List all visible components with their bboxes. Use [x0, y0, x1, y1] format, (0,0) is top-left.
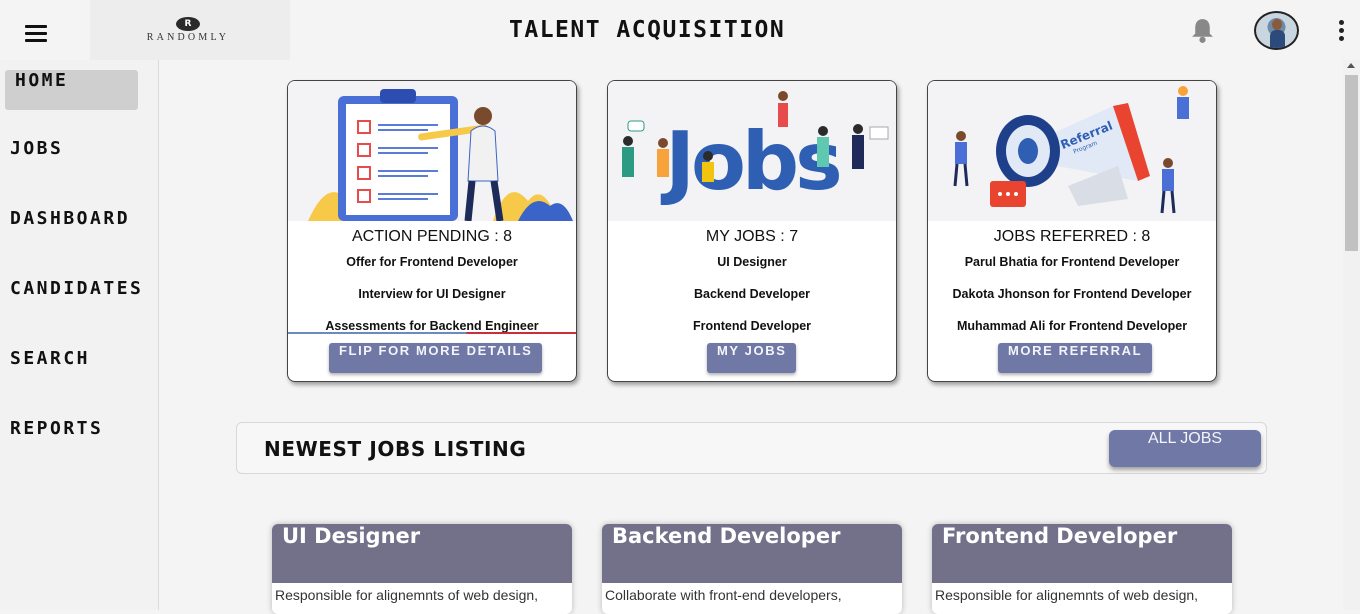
more-referral-button[interactable]: MORE REFERRAL [998, 343, 1153, 373]
action-pending-card: ACTION PENDING : 8 Offer for Frontend De… [287, 80, 577, 382]
hamburger-icon[interactable] [25, 25, 47, 43]
sidebar-item-jobs[interactable]: JOBS [5, 138, 138, 178]
sidebar-item-search[interactable]: SEARCH [5, 348, 138, 388]
section-title: NEWEST JOBS LISTING [264, 437, 527, 461]
logo-text: RANDOMLY [146, 32, 230, 43]
bell-icon[interactable] [1190, 17, 1215, 49]
pending-item: Interview for UI Designer [358, 287, 506, 301]
sidebar-item-candidates[interactable]: CANDIDATES [5, 278, 141, 318]
newest-jobs-header: NEWEST JOBS LISTING ALL JOBS [236, 422, 1267, 474]
referral-item: Parul Bhatia for Frontend Developer [964, 255, 1180, 269]
page-title: TALENT ACQUISITION [509, 17, 786, 43]
job-card-frontend-developer[interactable]: Frontend Developer Responsible for align… [932, 524, 1232, 614]
kebab-icon[interactable] [1337, 20, 1345, 42]
all-jobs-button[interactable]: ALL JOBS [1109, 430, 1261, 467]
sidebar-item-reports[interactable]: REPORTS [5, 418, 138, 458]
flip-details-button[interactable]: FLIP FOR MORE DETAILS [329, 343, 543, 373]
top-bar: R RANDOMLY TALENT ACQUISITION [0, 0, 1360, 60]
card-title: ACTION PENDING : 8 [351, 228, 513, 245]
job-item: Backend Developer [693, 287, 811, 301]
my-jobs-card: Jobs MY JOBS : 7 UI Designer Backend Dev… [607, 80, 897, 382]
job-description: Responsible for alignemnts of web design… [275, 587, 539, 603]
job-item: UI Designer [717, 255, 787, 269]
jobs-illustration: Jobs [608, 81, 896, 221]
job-description: Responsible for alignemnts of web design… [935, 587, 1199, 603]
sidebar: HOME JOBS DASHBOARD CANDIDATES SEARCH RE… [0, 60, 159, 610]
jobs-referred-card: Referral Program JOBS REFERRED : 8 Parul… [927, 80, 1217, 382]
pending-item: Offer for Frontend Developer [346, 255, 518, 269]
avatar[interactable] [1254, 11, 1299, 50]
card-divider [288, 332, 576, 334]
my-jobs-button[interactable]: MY JOBS [707, 343, 797, 373]
scrollbar[interactable] [1343, 60, 1360, 610]
logo-icon: R [176, 17, 200, 31]
pending-item: Assessments for Backend Engineer [325, 319, 539, 333]
checklist-illustration [288, 81, 576, 221]
sidebar-item-home[interactable]: HOME [5, 70, 138, 110]
scroll-thumb[interactable] [1345, 75, 1358, 251]
job-description: Collaborate with front-end developers, [605, 587, 842, 603]
job-title: Backend Developer [602, 524, 902, 583]
card-title: MY JOBS : 7 [705, 228, 799, 245]
jobs-word: Jobs [660, 115, 839, 208]
sidebar-item-dashboard[interactable]: DASHBOARD [5, 208, 138, 248]
job-card-backend-developer[interactable]: Backend Developer Collaborate with front… [602, 524, 902, 614]
referral-illustration: Referral Program [928, 81, 1216, 221]
scroll-up-icon[interactable] [1347, 63, 1355, 68]
referral-item: Muhammad Ali for Frontend Developer [956, 319, 1188, 333]
referral-item: Dakota Jhonson for Frontend Developer [952, 287, 1192, 301]
card-title: JOBS REFERRED : 8 [993, 228, 1151, 245]
main-content: ACTION PENDING : 8 Offer for Frontend De… [160, 60, 1343, 614]
job-item: Frontend Developer [692, 319, 812, 333]
job-title: UI Designer [272, 524, 572, 583]
job-title: Frontend Developer [932, 524, 1232, 583]
job-card-ui-designer[interactable]: UI Designer Responsible for alignemnts o… [272, 524, 572, 614]
